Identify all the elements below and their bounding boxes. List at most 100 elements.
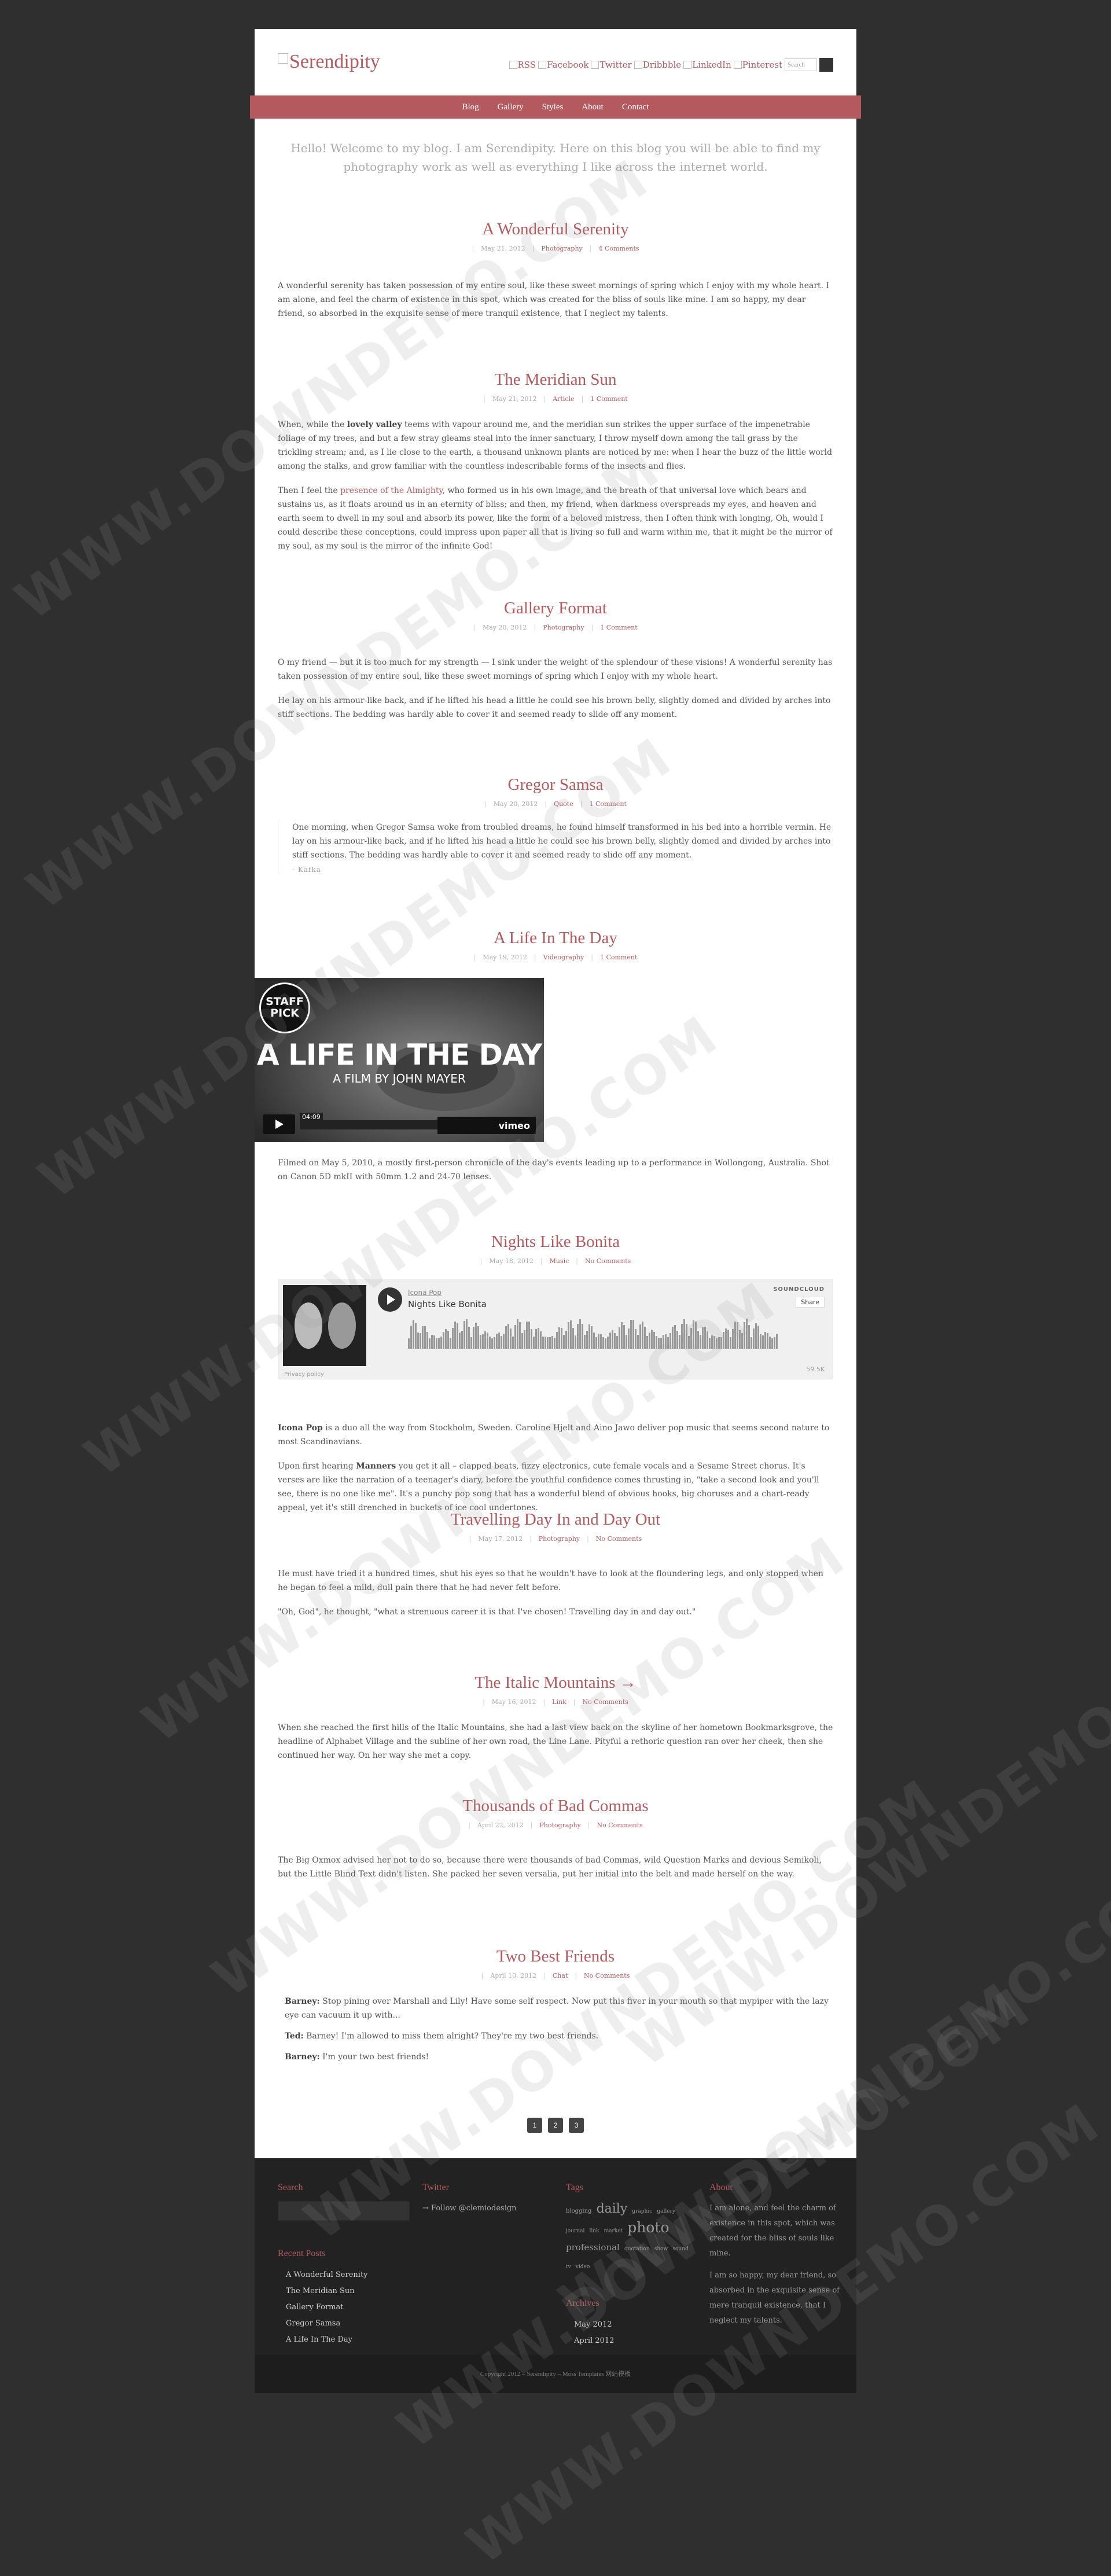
video-progress-bar[interactable] [300,1120,439,1129]
tag-link[interactable]: photo [627,2219,669,2236]
pinterest-link[interactable]: Pinterest [733,60,782,70]
nav-gallery[interactable]: Gallery [498,102,524,112]
post-category[interactable]: Link [552,1698,566,1706]
waveform[interactable] [408,1319,790,1355]
post-meta: | April 10, 2012 | Chat | No Comments [481,1972,630,1979]
post-title[interactable]: Nights Like Bonita [278,1232,833,1252]
post-comments[interactable]: 1 Comment [590,395,627,403]
soundcloud-logo[interactable]: SOUNDCLOUD [773,1286,825,1293]
video-embed[interactable]: STAFF PICK A LIFE IN THE DAY A FILM BY J… [255,978,544,1142]
post-comments[interactable]: No Comments [597,1821,642,1829]
tag-link[interactable]: show [654,2246,668,2252]
post-category[interactable]: Photography [541,245,582,252]
tag-link[interactable]: journal [566,2228,584,2234]
post-title[interactable]: Travelling Day In and Day Out [278,1510,833,1529]
page-2-button[interactable]: 2 [548,2118,563,2133]
play-icon[interactable] [263,1114,295,1134]
post-title[interactable]: Thousands of Bad Commas [278,1797,833,1816]
dribbble-link[interactable]: Dribbble [634,60,681,70]
vimeo-logo[interactable]: vimeo [499,1120,530,1131]
nav-styles[interactable]: Styles [542,102,564,112]
post-category[interactable]: Article [553,395,574,403]
waveform-bar [760,1334,761,1349]
waveform-bar [445,1329,447,1349]
recent-post-link[interactable]: Gregor Samsa [286,2316,411,2332]
post-title[interactable]: A Wonderful Serenity [278,220,833,239]
post-title[interactable]: The Italic Mountains → [278,1673,833,1692]
waveform-bar [642,1322,643,1349]
post-category[interactable]: Videography [543,954,584,961]
search-button[interactable] [819,58,833,72]
tag-link[interactable]: blogging [566,2208,591,2214]
recent-post-link[interactable]: The Meridian Sun [286,2283,411,2299]
recent-post-link[interactable]: A Wonderful Serenity [286,2267,411,2283]
search-input[interactable]: Search [785,58,817,71]
post-date: May 18, 2012 [489,1257,534,1265]
post-title[interactable]: A Life In The Day [278,929,833,948]
waveform-bar [697,1331,699,1349]
waveform-bar [568,1322,569,1349]
post-category[interactable]: Photography [543,624,584,631]
tag-link[interactable]: quotation [624,2246,650,2252]
waveform-bar [651,1330,653,1349]
linkedin-link[interactable]: LinkedIn [683,60,731,70]
page-1-button[interactable]: 1 [527,2118,542,2133]
privacy-policy-link[interactable]: Privacy policy [284,1371,324,1378]
play-icon[interactable] [378,1287,402,1312]
nav-about[interactable]: About [582,102,604,112]
waveform-bar [463,1321,465,1349]
site-logo[interactable]: Serendipity [278,51,380,73]
waveform-bar [607,1337,609,1349]
post-comments[interactable]: 1 Comment [589,800,626,808]
track-artist[interactable]: Icona Pop [408,1289,442,1297]
post-comments[interactable]: No Comments [596,1535,642,1543]
post-comments[interactable]: No Comments [584,1972,630,1979]
post-title[interactable]: Gallery Format [278,599,833,618]
facebook-link[interactable]: Facebook [538,60,588,70]
recent-post-link[interactable]: Gallery Format [286,2299,411,2316]
archive-link[interactable]: May 2012 [574,2317,699,2333]
tag-link[interactable]: link [589,2228,599,2234]
post-comments[interactable]: 4 Comments [598,245,639,252]
post-comments[interactable]: 1 Comment [600,954,637,961]
tag-link[interactable]: market [604,2228,623,2234]
recent-post-link[interactable]: A Life In The Day [286,2332,411,2348]
nav-blog[interactable]: Blog [462,102,479,112]
post-category[interactable]: Photography [539,1821,580,1829]
page-3-button[interactable]: 3 [569,2118,584,2133]
tag-link[interactable]: video [576,2264,590,2270]
tag-link[interactable]: sound [672,2246,688,2252]
tag-link[interactable]: graphic [632,2209,652,2214]
tag-link[interactable]: professional [566,2242,620,2253]
rss-link[interactable]: RSS [509,60,536,70]
post-comments[interactable]: No Comments [585,1257,631,1265]
widget-title: Tags [566,2183,583,2192]
waveform-bar [658,1338,660,1349]
post-category[interactable]: Photography [539,1535,580,1543]
soundcloud-player[interactable]: Icona Pop Nights Like Bonita SOUNDCLOUD … [278,1279,833,1379]
post-category[interactable]: Music [550,1257,569,1265]
post-title[interactable]: The Meridian Sun [278,370,833,389]
tag-link[interactable]: tv [566,2264,571,2270]
inline-link[interactable]: presence of the Almighty [340,486,442,495]
tag-link[interactable]: daily [597,2202,628,2216]
tag-link[interactable]: gallery [657,2209,675,2214]
waveform-bar [612,1330,613,1349]
footer-search-input[interactable] [278,2201,410,2221]
post-comments[interactable]: No Comments [582,1698,628,1706]
post-category[interactable]: Quote [554,800,573,808]
twitter-follow-link[interactable]: → Follow @clemiodesign [422,2201,556,2216]
footer-about-widget: About I am alone, and feel the charm of … [709,2183,843,2335]
track-title[interactable]: Nights Like Bonita [408,1299,487,1309]
waveform-bar [588,1324,590,1349]
post-title[interactable]: Gregor Samsa [278,775,833,794]
share-button[interactable]: Share [796,1297,825,1308]
nav-contact[interactable]: Contact [622,102,649,112]
video-controls[interactable]: vimeo [437,1117,536,1134]
post-comments[interactable]: 1 Comment [600,624,637,631]
post-title[interactable]: Two Best Friends [278,1947,833,1966]
post-category[interactable]: Chat [553,1972,568,1979]
waveform-bar [489,1337,491,1349]
twitter-link[interactable]: Twitter [591,60,632,70]
archive-link[interactable]: April 2012 [574,2333,699,2349]
